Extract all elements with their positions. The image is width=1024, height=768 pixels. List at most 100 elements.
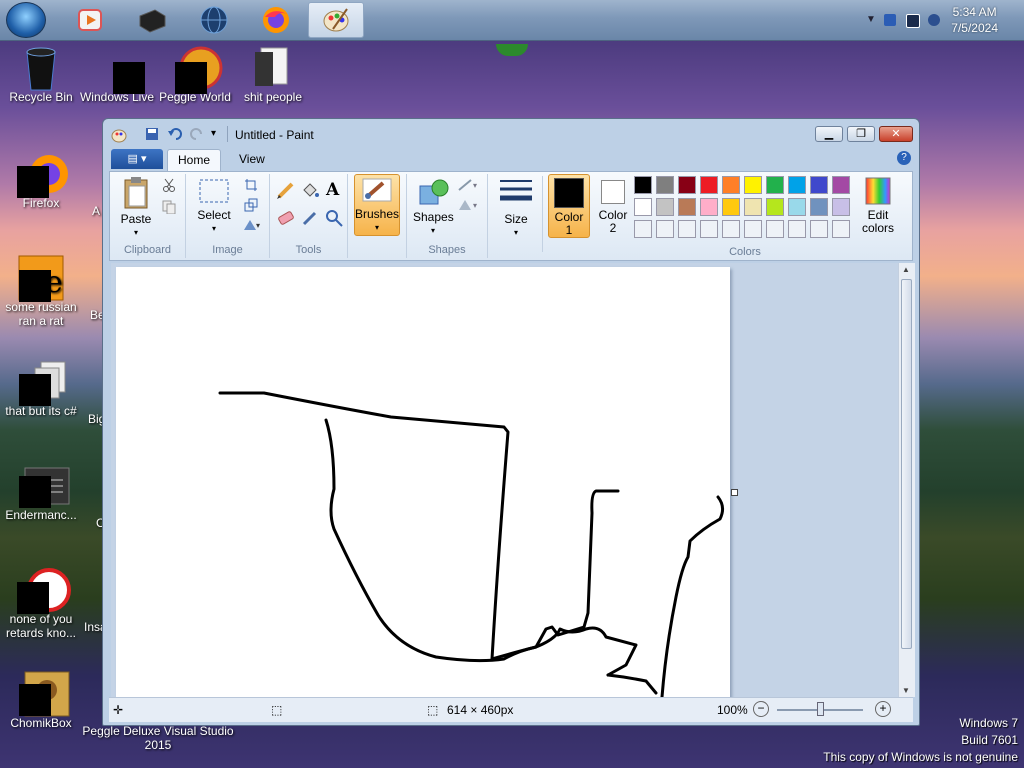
network-icon[interactable]	[906, 14, 920, 28]
desktop-icon-some-russian[interactable]: e some russian ran a rat	[0, 255, 82, 328]
scrollbar-thumb[interactable]	[901, 279, 912, 649]
brushes-button[interactable]: Brushes ▾	[354, 174, 400, 236]
palette-color-swatch[interactable]	[744, 176, 762, 194]
pencil-icon[interactable]	[276, 180, 296, 200]
palette-color-swatch[interactable]	[744, 198, 762, 216]
palette-empty-swatch[interactable]	[810, 220, 828, 238]
fill-icon[interactable]	[300, 180, 320, 200]
palette-color-swatch[interactable]	[700, 176, 718, 194]
desktop-icon-that-but-its-c[interactable]: that but its c#	[0, 360, 82, 418]
resize-handle[interactable]	[731, 489, 738, 496]
palette-color-swatch[interactable]	[766, 198, 784, 216]
palette-color-swatch[interactable]	[832, 176, 850, 194]
desktop-icon-label: none of you retards kno...	[5, 612, 77, 640]
palette-color-swatch[interactable]	[788, 176, 806, 194]
zoom-slider-thumb[interactable]	[817, 702, 824, 716]
rotate-icon[interactable]: ▾	[242, 218, 262, 232]
paste-label: Paste	[120, 212, 152, 226]
tab-home[interactable]: Home	[167, 149, 222, 171]
palette-color-swatch[interactable]	[700, 198, 718, 216]
crop-icon[interactable]	[244, 178, 258, 192]
palette-color-swatch[interactable]	[766, 176, 784, 194]
palette-empty-swatch[interactable]	[788, 220, 806, 238]
palette-empty-swatch[interactable]	[744, 220, 762, 238]
desktop-icon-endermanch[interactable]: Endermanc...	[0, 464, 82, 522]
desktop-icon-peggle-world[interactable]: Peggle World	[154, 46, 236, 104]
shapes-button[interactable]: Shapes ▾	[413, 176, 454, 237]
globe-icon[interactable]	[186, 2, 242, 38]
palette-color-swatch[interactable]	[810, 176, 828, 194]
palette-empty-swatch[interactable]	[700, 220, 718, 238]
save-icon[interactable]	[145, 127, 159, 141]
vertical-scrollbar[interactable]: ▲ ▼	[898, 263, 915, 697]
paste-button[interactable]: Paste ▾	[116, 176, 156, 239]
scroll-up-icon[interactable]: ▲	[902, 265, 910, 274]
desktop-icon-windows-live[interactable]: Windows Live	[76, 46, 158, 104]
desktop-icon-chomikbox[interactable]: ChomikBox	[0, 671, 82, 730]
volume-icon[interactable]	[928, 14, 940, 26]
color1-button[interactable]: Color 1	[548, 174, 590, 238]
select-button[interactable]: Select ▾	[194, 178, 234, 235]
chevron-down-icon: ▾	[513, 228, 518, 237]
palette-color-swatch[interactable]	[788, 198, 806, 216]
title-bar[interactable]: ▾ Untitled - Paint ▁ ❐ ✕	[103, 119, 919, 149]
paint-icon[interactable]	[111, 127, 127, 143]
zoom-out-button[interactable]: −	[753, 701, 769, 717]
palette-color-swatch[interactable]	[656, 198, 674, 216]
media-player-icon[interactable]	[62, 2, 118, 38]
desktop-icon-shit-people[interactable]: shit people	[232, 46, 314, 104]
status-bar: ✛ ⬚ ⬚ 614 × 460px 100% − +	[109, 697, 913, 722]
palette-color-swatch[interactable]	[678, 176, 696, 194]
palette-empty-swatch[interactable]	[678, 220, 696, 238]
close-button[interactable]: ✕	[879, 126, 913, 142]
firefox-icon	[17, 152, 68, 198]
tab-view[interactable]: View	[229, 149, 275, 170]
black-app-icon[interactable]	[124, 2, 180, 38]
scroll-down-icon[interactable]: ▼	[902, 686, 910, 695]
show-hidden-icons-chevron-icon[interactable]: ▼	[866, 14, 876, 25]
file-menu-button[interactable]: ▤ ▾	[111, 149, 163, 169]
palette-color-swatch[interactable]	[634, 198, 652, 216]
eraser-icon[interactable]	[276, 208, 296, 228]
customize-toolbar-icon[interactable]: ▾	[211, 128, 216, 139]
firefox-icon[interactable]	[248, 2, 304, 38]
size-button[interactable]: Size ▾	[496, 176, 536, 239]
tray-app-icon[interactable]	[884, 14, 896, 26]
paint-taskbar-button[interactable]	[308, 2, 364, 38]
palette-empty-swatch[interactable]	[634, 220, 652, 238]
copy-icon[interactable]	[162, 200, 176, 214]
stroke-top-line	[218, 391, 510, 661]
palette-color-swatch[interactable]	[634, 176, 652, 194]
palette-color-swatch[interactable]	[678, 198, 696, 216]
fill-shape-icon[interactable]: ▾	[457, 198, 481, 212]
redo-icon[interactable]	[189, 126, 205, 142]
palette-color-swatch[interactable]	[810, 198, 828, 216]
resize-icon[interactable]	[244, 198, 258, 212]
palette-color-swatch[interactable]	[832, 198, 850, 216]
outline-icon[interactable]: ▾	[457, 178, 481, 192]
palette-empty-swatch[interactable]	[722, 220, 740, 238]
minimize-button[interactable]: ▁	[815, 126, 843, 142]
start-button[interactable]	[6, 2, 46, 38]
palette-color-swatch[interactable]	[722, 198, 740, 216]
palette-color-swatch[interactable]	[722, 176, 740, 194]
magnifier-icon[interactable]	[324, 208, 344, 228]
text-tool-icon[interactable]: A	[326, 180, 339, 200]
undo-icon[interactable]	[167, 126, 183, 142]
palette-color-swatch[interactable]	[656, 176, 674, 194]
clock[interactable]: 5:34 AM 7/5/2024	[951, 4, 998, 36]
color2-button[interactable]: Color 2	[592, 174, 634, 235]
edit-colors-button[interactable]: Edit colors	[858, 176, 898, 235]
help-icon[interactable]: ?	[897, 151, 911, 165]
palette-empty-swatch[interactable]	[832, 220, 850, 238]
maximize-button[interactable]: ❐	[847, 126, 875, 142]
color-picker-icon[interactable]	[300, 208, 320, 228]
palette-empty-swatch[interactable]	[766, 220, 784, 238]
desktop-icon-firefox[interactable]: Firefox	[0, 152, 82, 210]
desktop-icon-none-of-you[interactable]: none of you retards kno...	[0, 568, 82, 640]
cut-icon[interactable]	[162, 178, 176, 192]
palette-empty-swatch[interactable]	[656, 220, 674, 238]
drawing-canvas[interactable]	[116, 267, 730, 701]
desktop-icon-recycle-bin[interactable]: Recycle Bin	[0, 46, 82, 104]
zoom-in-button[interactable]: +	[875, 701, 891, 717]
